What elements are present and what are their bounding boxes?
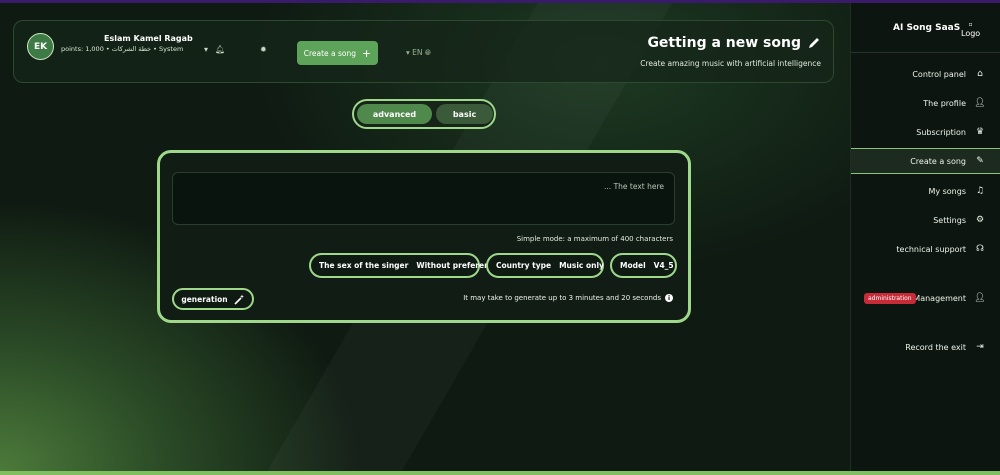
- pencil-icon: [809, 38, 819, 48]
- lyrics-input[interactable]: [172, 172, 675, 225]
- page-subtitle: Create amazing music with artificial int…: [640, 59, 821, 68]
- info-icon: i: [665, 294, 673, 302]
- singer-label: The sex of the singer: [319, 261, 409, 270]
- headset-icon: ☊: [976, 244, 984, 254]
- song-form-card: Simple mode: a maximum of 400 characters…: [157, 150, 691, 323]
- crown-icon: ♛: [975, 127, 985, 137]
- chevron-down-icon: ▾: [406, 48, 410, 57]
- bell-icon[interactable]: 🔔︎: [215, 45, 225, 54]
- sidebar-item-label: Management: [913, 293, 966, 303]
- admin-badge: administration: [864, 292, 916, 304]
- model-select[interactable]: Model V4_5: [610, 253, 677, 278]
- country-value: Music only: [559, 261, 604, 270]
- singer-sex-select[interactable]: The sex of the singer Without preference: [309, 253, 499, 278]
- user-icon: 👤︎: [974, 98, 986, 108]
- create-song-button[interactable]: Create a song +: [297, 41, 378, 65]
- generate-label: generation: [181, 294, 228, 304]
- sidebar-item-label: Create a song: [910, 156, 966, 166]
- app-name: AI Song SaaS: [893, 23, 961, 33]
- sidebar: AI Song SaaS ▫ Logo Control panel ⌂ The …: [850, 3, 1000, 471]
- mode-toggle: advanced basic: [352, 99, 496, 129]
- user-gear-icon: 👤︎: [974, 293, 986, 303]
- user-meta: points: 1,000 • خطة الشركات • System: [61, 45, 184, 53]
- model-label: Model: [620, 261, 646, 270]
- chevron-down-icon[interactable]: ▾: [204, 45, 208, 54]
- page-title-text: Getting a new song: [647, 35, 801, 51]
- sidebar-item-label: technical support: [896, 244, 966, 254]
- sidebar-item-label: Subscription: [916, 127, 966, 137]
- main-content: EK Eslam Kamel Ragab points: 1,000 • خطة…: [0, 3, 850, 471]
- language-code: EN: [412, 48, 423, 57]
- logout-icon: ⇥: [976, 342, 984, 352]
- create-song-label: Create a song: [303, 48, 357, 58]
- generation-time-note: It may take to generate up to 3 minutes …: [463, 294, 673, 302]
- sidebar-item-subscription[interactable]: Subscription ♛: [851, 119, 1000, 145]
- user-name: Eslam Kamel Ragab: [104, 34, 193, 43]
- sidebar-item-technical-support[interactable]: technical support ☊: [851, 236, 1000, 262]
- gear-icon: ⚙: [975, 215, 985, 225]
- logo[interactable]: ▫ Logo: [961, 19, 980, 38]
- country-type-select[interactable]: Country type Music only: [486, 253, 604, 278]
- avatar[interactable]: EK: [27, 33, 54, 60]
- tab-advanced[interactable]: advanced: [357, 104, 432, 124]
- sidebar-item-label: Control panel: [912, 69, 966, 79]
- sidebar-item-label: My songs: [928, 186, 966, 196]
- header-bar: EK Eslam Kamel Ragab points: 1,000 • خطة…: [13, 20, 834, 83]
- sidebar-item-my-songs[interactable]: My songs ♫: [851, 178, 1000, 204]
- sidebar-item-settings[interactable]: Settings ⚙: [851, 207, 1000, 233]
- sidebar-item-control-panel[interactable]: Control panel ⌂: [851, 61, 1000, 87]
- home-icon: ⌂: [977, 69, 983, 79]
- music-icon: ♫: [975, 186, 985, 196]
- country-label: Country type: [496, 261, 552, 270]
- tab-basic[interactable]: basic: [436, 104, 493, 124]
- sidebar-item-management[interactable]: administration Management 👤︎: [851, 285, 1000, 311]
- pencil-icon: ✎: [976, 156, 984, 166]
- broken-image-icon: ▫: [968, 21, 973, 28]
- sidebar-item-label: The profile: [923, 98, 966, 108]
- language-selector[interactable]: ▾ EN 🌐︎: [406, 48, 431, 58]
- plus-icon: +: [362, 46, 372, 60]
- page-title: Getting a new song: [647, 35, 821, 51]
- sidebar-item-create-song[interactable]: Create a song ✎: [851, 148, 1000, 174]
- sidebar-item-label: Record the exit: [905, 342, 966, 352]
- sidebar-item-profile[interactable]: The profile 👤︎: [851, 90, 1000, 116]
- logo-alt-text: Logo: [961, 29, 981, 38]
- char-limit-hint: Simple mode: a maximum of 400 characters: [516, 235, 673, 243]
- globe-icon: 🌐︎: [424, 48, 431, 57]
- bottom-accent-bar: [0, 471, 1000, 475]
- generate-button[interactable]: generation: [172, 288, 254, 310]
- brand: AI Song SaaS ▫ Logo: [851, 3, 1000, 53]
- time-note-text: It may take to generate up to 3 minutes …: [463, 294, 661, 302]
- sun-icon[interactable]: ✹: [260, 45, 267, 54]
- model-value: V4_5: [653, 261, 674, 270]
- magic-wand-icon: [234, 294, 244, 305]
- sidebar-item-logout[interactable]: Record the exit ⇥: [851, 334, 1000, 360]
- sidebar-item-label: Settings: [933, 215, 966, 225]
